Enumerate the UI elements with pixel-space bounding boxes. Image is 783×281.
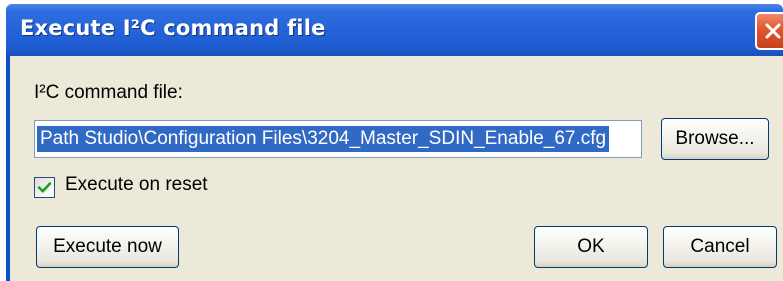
execute-on-reset-label[interactable]: Execute on reset xyxy=(65,174,208,196)
window-title: Execute I²C command file xyxy=(20,16,326,40)
command-file-label: I²C command file: xyxy=(34,82,183,103)
cancel-button[interactable]: Cancel xyxy=(663,226,777,268)
execute-now-button[interactable]: Execute now xyxy=(36,226,179,268)
command-file-path-input[interactable]: Path Studio\Configuration Files\3204_Mas… xyxy=(34,120,642,158)
title-bar[interactable]: Execute I²C command file xyxy=(6,4,783,56)
dialog-window: Execute I²C command file I²C command fil… xyxy=(6,0,783,281)
ok-button[interactable]: OK xyxy=(534,226,648,268)
dialog-body: I²C command file: Path Studio\Configurat… xyxy=(6,56,783,281)
execute-on-reset-checkbox[interactable] xyxy=(34,177,55,198)
selected-path-text: Path Studio\Configuration Files\3204_Mas… xyxy=(37,126,610,152)
close-button[interactable] xyxy=(755,12,783,50)
browse-button[interactable]: Browse... xyxy=(661,118,769,160)
